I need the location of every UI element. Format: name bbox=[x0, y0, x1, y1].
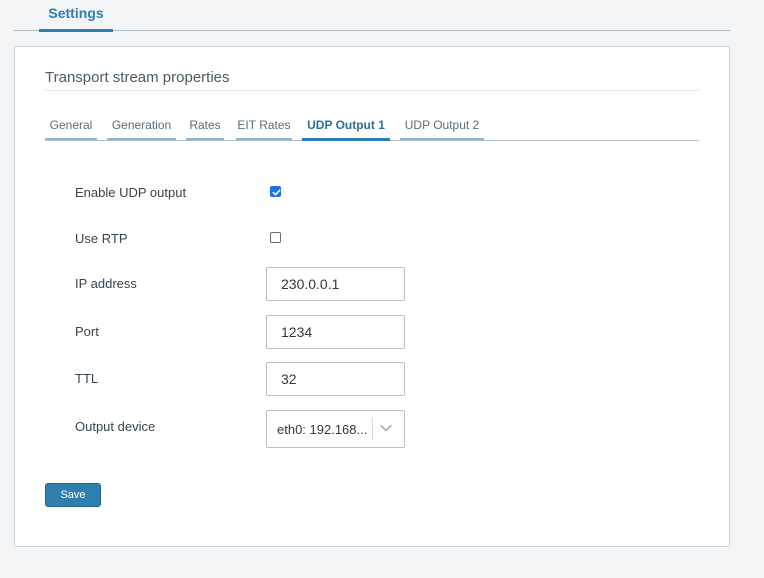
output-device-value: eth0: 192.168... bbox=[277, 422, 368, 437]
port-label: Port bbox=[75, 324, 99, 339]
active-tab-indicator bbox=[39, 29, 113, 32]
tab-general-label: General bbox=[49, 118, 93, 132]
top-tab-bar: Settings bbox=[14, 0, 730, 32]
enable-udp-output-checkbox[interactable] bbox=[270, 186, 281, 197]
tab-udp-output-1-label: UDP Output 1 bbox=[307, 118, 385, 132]
panel-title: Transport stream properties bbox=[45, 69, 699, 91]
tab-udp-output-1[interactable]: UDP Output 1 bbox=[302, 113, 390, 141]
tab-generation-label: Generation bbox=[111, 118, 172, 132]
chevron-down-icon bbox=[380, 424, 392, 432]
tab-eit-rates-underline bbox=[236, 138, 292, 140]
tab-udp-output-2[interactable]: UDP Output 2 bbox=[400, 113, 484, 140]
tab-generation-underline bbox=[107, 138, 176, 140]
tab-settings-label: Settings bbox=[48, 5, 104, 21]
tab-eit-rates[interactable]: EIT Rates bbox=[236, 113, 292, 140]
port-input[interactable] bbox=[266, 315, 405, 349]
tab-udp-output-2-underline bbox=[400, 138, 484, 140]
tab-general[interactable]: General bbox=[45, 113, 97, 140]
ttl-label: TTL bbox=[75, 371, 99, 386]
use-rtp-checkbox[interactable] bbox=[270, 232, 281, 243]
tab-rates-label: Rates bbox=[189, 118, 221, 132]
output-device-label: Output device bbox=[75, 419, 156, 434]
use-rtp-label: Use RTP bbox=[75, 231, 128, 246]
output-device-select[interactable]: eth0: 192.168... bbox=[266, 410, 405, 448]
tab-generation[interactable]: Generation bbox=[107, 113, 176, 140]
ip-address-label: IP address bbox=[75, 276, 137, 291]
save-button[interactable]: Save bbox=[45, 483, 101, 507]
ttl-input[interactable] bbox=[266, 362, 405, 396]
subtab-bar: General Generation Rates EIT Rates UDP O… bbox=[45, 113, 699, 141]
select-divider bbox=[372, 418, 373, 440]
tab-rates-underline bbox=[186, 138, 224, 140]
tab-udp-output-2-label: UDP Output 2 bbox=[404, 118, 480, 132]
checkmark-icon bbox=[272, 189, 281, 196]
tab-udp-output-1-underline bbox=[302, 138, 390, 141]
settings-panel: Transport stream properties General Gene… bbox=[14, 46, 730, 547]
enable-udp-output-label: Enable UDP output bbox=[75, 185, 187, 200]
tab-settings[interactable]: Settings bbox=[39, 0, 113, 32]
tab-rates[interactable]: Rates bbox=[186, 113, 224, 140]
tab-eit-rates-label: EIT Rates bbox=[237, 118, 291, 132]
ip-address-input[interactable] bbox=[266, 267, 405, 301]
tab-general-underline bbox=[45, 138, 97, 140]
